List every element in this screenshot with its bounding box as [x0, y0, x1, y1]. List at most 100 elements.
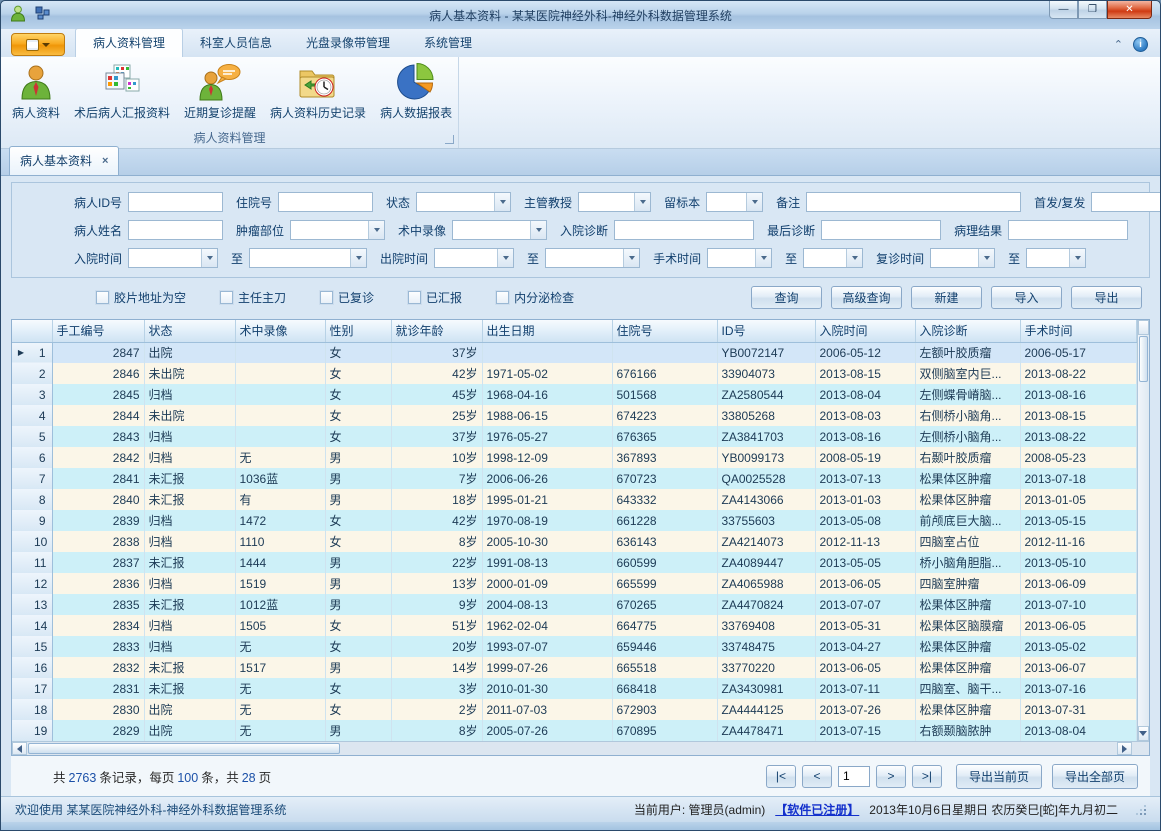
- application-menu-button[interactable]: [11, 33, 65, 56]
- filter-status-combo[interactable]: [416, 192, 511, 212]
- filter-admit-date-to-combo[interactable]: [249, 248, 367, 268]
- table-row[interactable]: 22846未出院女42岁1971-05-02676166339040732013…: [12, 363, 1136, 384]
- ribbon-item-3[interactable]: 病人资料历史记录: [263, 60, 373, 123]
- checkbox-3[interactable]: [408, 291, 421, 304]
- combo-dropdown-button[interactable]: [1069, 249, 1085, 267]
- filter-note-input[interactable]: [806, 192, 1021, 212]
- dialog-launcher-icon[interactable]: [445, 135, 454, 144]
- table-row[interactable]: 92839归档1472女42岁1970-08-19661228337556032…: [12, 510, 1136, 531]
- info-icon[interactable]: i: [1133, 37, 1148, 52]
- filter-first-recur-combo[interactable]: [1091, 192, 1161, 212]
- table-row[interactable]: 152833归档无女20岁1993-07-0765944633748475201…: [12, 636, 1136, 657]
- ribbon-item-2[interactable]: 近期复诊提醒: [177, 60, 263, 123]
- table-row[interactable]: 162832未汇报1517男14岁1999-07-266655183377022…: [12, 657, 1136, 678]
- table-row[interactable]: 72841未汇报1036蓝男7岁2006-06-26670723QA002552…: [12, 468, 1136, 489]
- filter-surgery-video-combo[interactable]: [452, 220, 547, 240]
- column-header-5[interactable]: 就诊年龄: [391, 320, 482, 342]
- ribbon-item-4[interactable]: 病人数据报表: [373, 60, 459, 123]
- minimize-button[interactable]: —: [1049, 1, 1078, 19]
- filter-surgery-date-to-combo[interactable]: [803, 248, 863, 268]
- table-row[interactable]: 82840未汇报有男18岁1995-01-21643332ZA414306620…: [12, 489, 1136, 510]
- column-header-10[interactable]: 入院诊断: [915, 320, 1020, 342]
- combo-dropdown-button[interactable]: [634, 193, 650, 211]
- table-row[interactable]: 192829出院无男8岁2005-07-26670895ZA4478471201…: [12, 720, 1136, 741]
- combo-dropdown-button[interactable]: [497, 249, 513, 267]
- table-row[interactable]: 172831未汇报无女3岁2010-01-30668418ZA343098120…: [12, 678, 1136, 699]
- page-number-input[interactable]: [838, 766, 870, 787]
- prev-page-button[interactable]: <: [802, 765, 832, 788]
- first-page-button[interactable]: |<: [766, 765, 796, 788]
- last-page-button[interactable]: >|: [912, 765, 942, 788]
- checkbox-4[interactable]: [496, 291, 509, 304]
- checkbox-1[interactable]: [220, 291, 233, 304]
- scroll-up-button[interactable]: [1138, 320, 1150, 335]
- export-all-pages-button[interactable]: 导出全部页: [1052, 764, 1138, 789]
- column-header-1[interactable]: 手工编号: [52, 320, 144, 342]
- registered-link[interactable]: 【软件已注册】: [775, 801, 859, 818]
- horizontal-scrollbar[interactable]: [12, 741, 1149, 755]
- export-current-page-button[interactable]: 导出当前页: [956, 764, 1042, 789]
- table-row[interactable]: 182830出院无女2岁2011-07-03672903ZA4444125201…: [12, 699, 1136, 720]
- table-row[interactable]: 42844未出院女25岁1988-06-15674223338052682013…: [12, 405, 1136, 426]
- column-header-4[interactable]: 性别: [325, 320, 391, 342]
- ribbon-tab-0[interactable]: 病人资料管理: [75, 28, 183, 57]
- ribbon-tab-1[interactable]: 科室人员信息: [183, 29, 289, 57]
- column-header-0[interactable]: [12, 320, 52, 342]
- next-page-button[interactable]: >: [876, 765, 906, 788]
- table-row[interactable]: ▶12847出院女37岁YB00721472006-05-12左额叶胶质瘤200…: [12, 342, 1136, 363]
- import-button[interactable]: 导入: [991, 286, 1062, 309]
- ribbon-collapse-icon[interactable]: ⌃: [1114, 41, 1123, 49]
- tab-patient-basic-info[interactable]: 病人基本资料 ×: [9, 146, 119, 175]
- column-header-7[interactable]: 住院号: [612, 320, 717, 342]
- filter-surgery-date-from-combo[interactable]: [707, 248, 772, 268]
- filter-professor-combo[interactable]: [578, 192, 651, 212]
- column-header-8[interactable]: ID号: [717, 320, 815, 342]
- scroll-right-button[interactable]: [1117, 742, 1132, 755]
- scroll-down-button[interactable]: [1138, 726, 1150, 741]
- filter-final-diagnosis-input[interactable]: [821, 220, 941, 240]
- checkbox-2[interactable]: [320, 291, 333, 304]
- filter-specimen-combo[interactable]: [706, 192, 763, 212]
- maximize-button[interactable]: ❐: [1078, 1, 1107, 19]
- combo-dropdown-button[interactable]: [530, 221, 546, 239]
- table-row[interactable]: 112837未汇报1444男22岁1991-08-13660599ZA40894…: [12, 552, 1136, 573]
- table-row[interactable]: 122836归档1519男13岁2000-01-09665599ZA406598…: [12, 573, 1136, 594]
- ribbon-item-1[interactable]: 术后病人汇报资料: [67, 60, 177, 123]
- filter-inpatient-no-input[interactable]: [278, 192, 373, 212]
- combo-dropdown-button[interactable]: [846, 249, 862, 267]
- table-row[interactable]: 142834归档1505女51岁1962-02-0466477533769408…: [12, 615, 1136, 636]
- column-header-9[interactable]: 入院时间: [815, 320, 915, 342]
- filter-admit-diagnosis-input[interactable]: [614, 220, 754, 240]
- checkbox-0[interactable]: [96, 291, 109, 304]
- scroll-left-button[interactable]: [12, 742, 27, 755]
- vertical-scroll-thumb[interactable]: [1139, 336, 1149, 382]
- table-row[interactable]: 132835未汇报1012蓝男9岁2004-08-13670265ZA44708…: [12, 594, 1136, 615]
- layout-grid-icon[interactable]: [35, 5, 51, 26]
- query-button[interactable]: 查询: [751, 286, 822, 309]
- combo-dropdown-button[interactable]: [494, 193, 510, 211]
- table-row[interactable]: 62842归档无男10岁1998-12-09367893YB0099173200…: [12, 447, 1136, 468]
- horizontal-scroll-thumb[interactable]: [28, 743, 340, 754]
- table-row[interactable]: 52843归档女37岁1976-05-27676365ZA38417032013…: [12, 426, 1136, 447]
- ribbon-item-0[interactable]: 病人资料: [5, 60, 67, 123]
- column-header-6[interactable]: 出生日期: [482, 320, 612, 342]
- export-button[interactable]: 导出: [1071, 286, 1142, 309]
- combo-dropdown-button[interactable]: [201, 249, 217, 267]
- column-header-2[interactable]: 状态: [144, 320, 235, 342]
- table-row[interactable]: 102838归档1110女8岁2005-10-30636143ZA4214073…: [12, 531, 1136, 552]
- combo-dropdown-button[interactable]: [350, 249, 366, 267]
- filter-revisit-date-from-combo[interactable]: [930, 248, 995, 268]
- ribbon-tab-2[interactable]: 光盘录像带管理: [289, 29, 407, 57]
- filter-patient-id-input[interactable]: [128, 192, 223, 212]
- column-header-11[interactable]: 手术时间: [1020, 320, 1136, 342]
- filter-revisit-date-to-combo[interactable]: [1026, 248, 1086, 268]
- filter-pathology-result-input[interactable]: [1008, 220, 1128, 240]
- vertical-scrollbar[interactable]: [1137, 320, 1150, 741]
- ribbon-tab-3[interactable]: 系统管理: [407, 29, 489, 57]
- filter-patient-name-input[interactable]: [128, 220, 223, 240]
- filter-discharge-date-to-combo[interactable]: [545, 248, 640, 268]
- combo-dropdown-button[interactable]: [978, 249, 994, 267]
- combo-dropdown-button[interactable]: [746, 193, 762, 211]
- new-button[interactable]: 新建: [911, 286, 982, 309]
- combo-dropdown-button[interactable]: [623, 249, 639, 267]
